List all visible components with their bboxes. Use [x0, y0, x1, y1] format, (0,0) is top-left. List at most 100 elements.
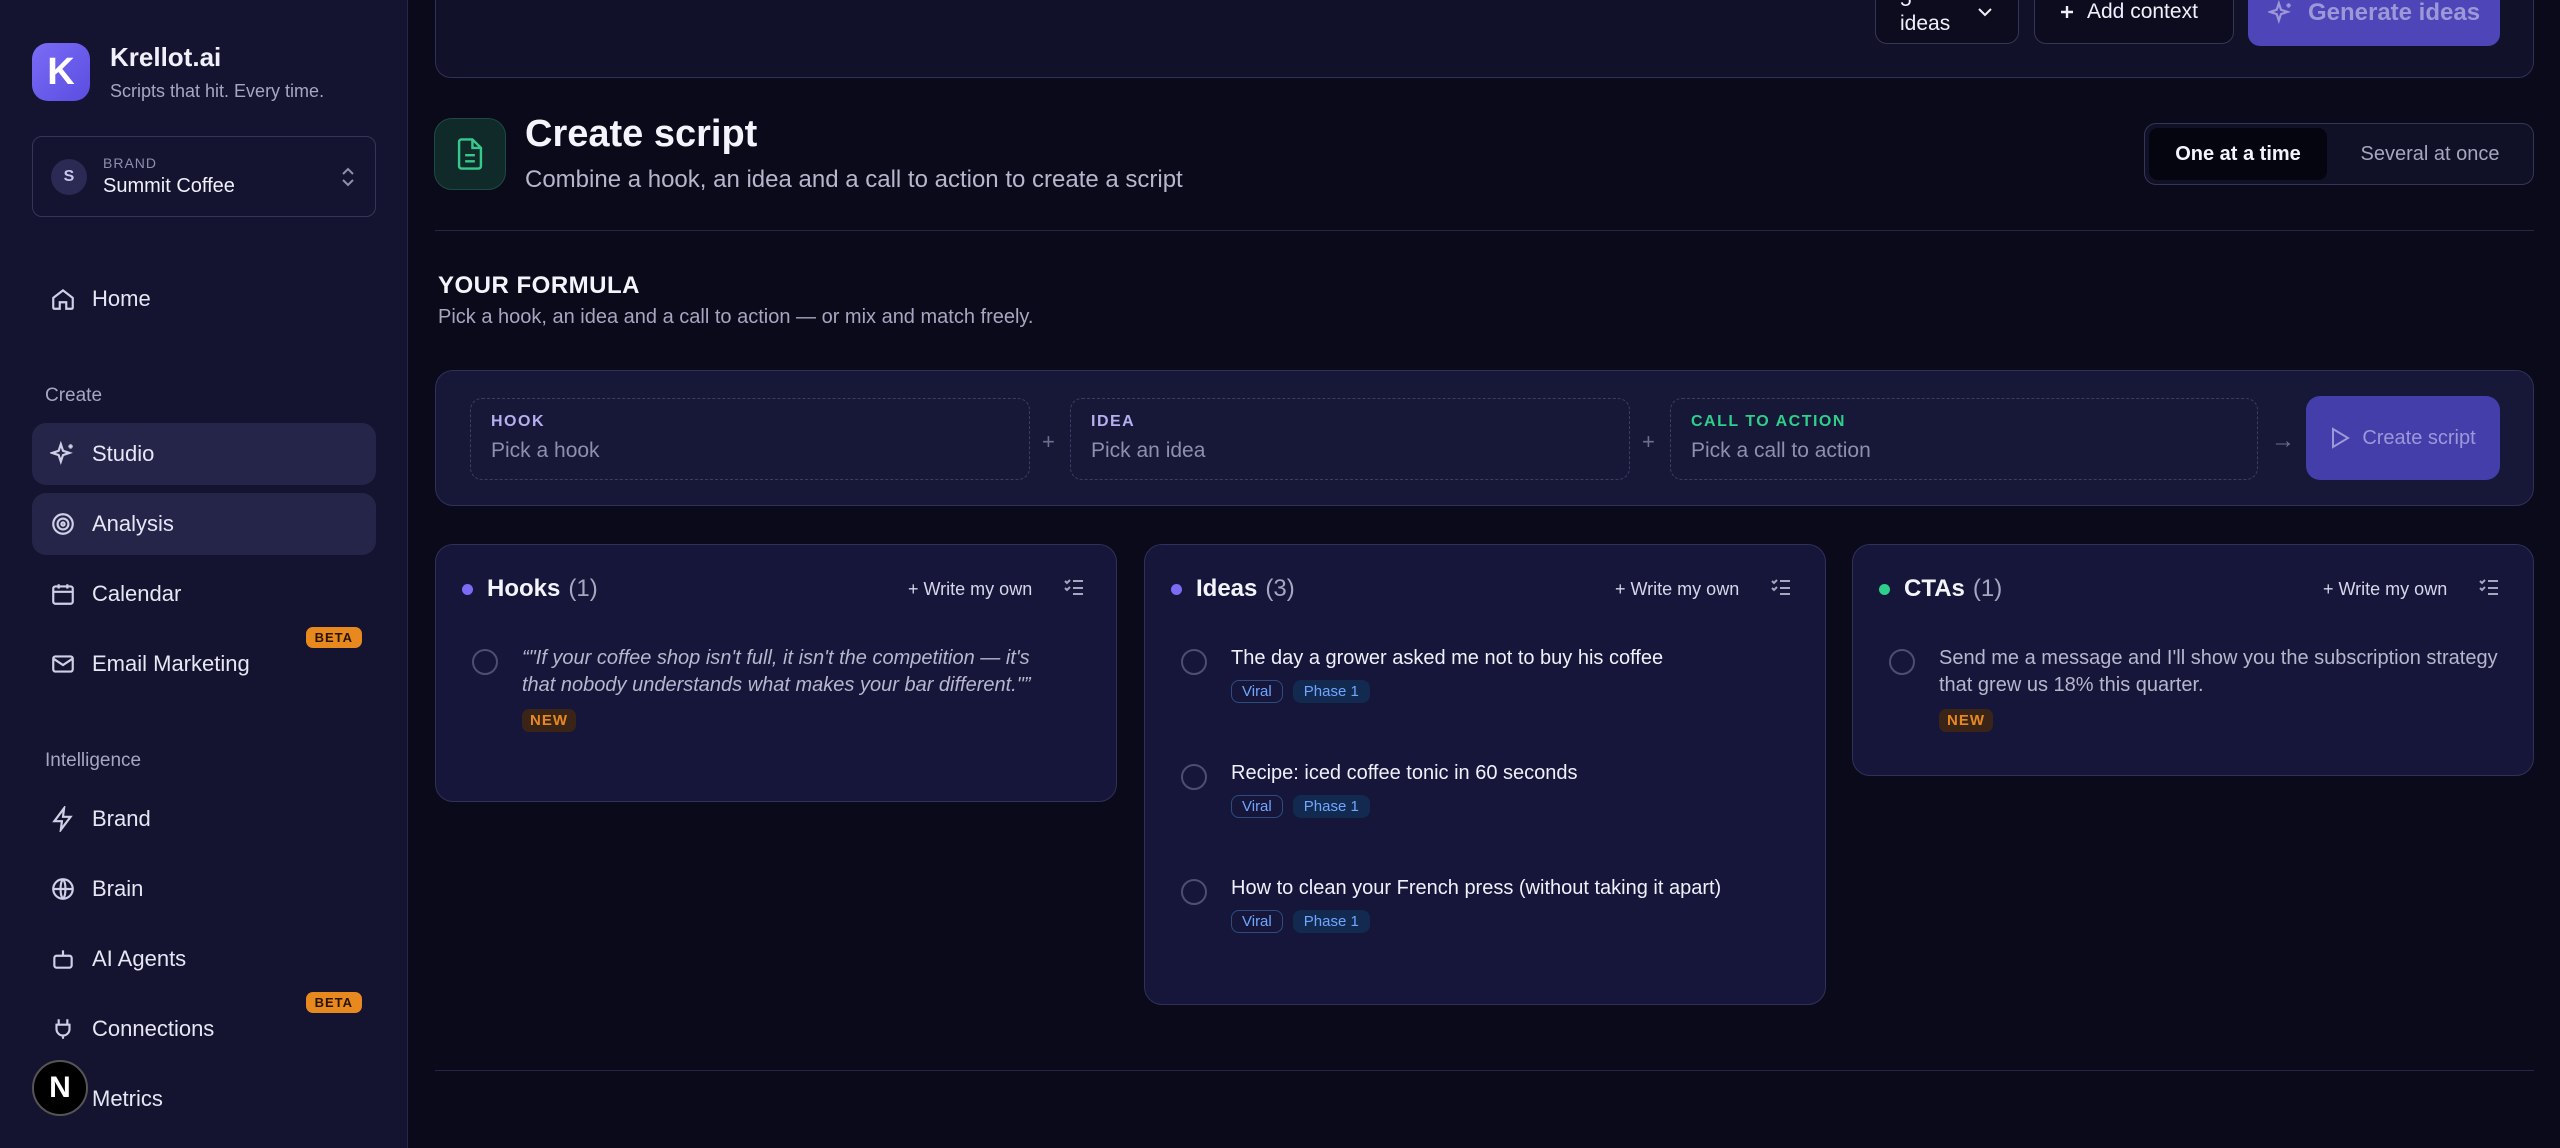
nav-section-intelligence: Intelligence	[45, 750, 142, 771]
nav-calendar-label: Calendar	[92, 581, 182, 606]
nav-email-marketing[interactable]: Email Marketing BETA	[32, 627, 376, 695]
ctas-dot	[1879, 583, 1890, 595]
ideas-write-own-button[interactable]: + Write my own	[1615, 579, 1739, 600]
document-icon	[434, 118, 506, 190]
nav-brand-label: Brand	[92, 806, 151, 831]
viral-tag: Viral	[1231, 680, 1283, 703]
brand-value: Summit Coffee	[103, 175, 235, 197]
n-avatar-badge[interactable]: N	[32, 1060, 88, 1116]
formula-title: YOUR FORMULA	[438, 272, 640, 299]
plus-separator: +	[1642, 429, 1655, 454]
list-check-icon[interactable]	[1769, 575, 1793, 599]
radio-button[interactable]	[1181, 649, 1207, 675]
nav-home[interactable]: Home	[32, 268, 376, 330]
create-script-button-label: Create script	[2362, 426, 2476, 449]
formula-builder: HOOK Pick a hook + IDEA Pick an idea + C…	[435, 370, 2534, 506]
idea-item[interactable]: Recipe: iced coffee tonic in 60 seconds …	[1181, 760, 1801, 818]
add-context-label: Add context	[2087, 0, 2198, 23]
hooks-title: Hooks	[487, 575, 561, 602]
sparkles-icon	[50, 441, 76, 467]
brand-selector[interactable]: S BRAND Summit Coffee	[32, 136, 376, 217]
nav-section-create: Create	[45, 385, 103, 406]
list-check-icon[interactable]	[2477, 575, 2501, 599]
app-name: Krellot.ai	[110, 42, 222, 72]
ideas-column: Ideas (3) + Write my own The day a growe…	[1144, 544, 1826, 1005]
cta-item-text: Send me a message and I'll show you the …	[1939, 647, 2498, 696]
app-logo-row[interactable]: K Krellot.ai Scripts that hit. Every tim…	[32, 42, 324, 102]
idea-item[interactable]: How to clean your French press (without …	[1181, 875, 1801, 933]
nav-analysis-label: Analysis	[92, 511, 174, 536]
globe-icon	[50, 876, 76, 902]
app-logo-icon: K	[32, 43, 90, 101]
mode-toggle: One at a time Several at once	[2144, 123, 2534, 185]
create-script-button[interactable]: Create script	[2306, 396, 2500, 480]
hook-slot-placeholder: Pick a hook	[491, 439, 600, 462]
create-script-subtitle: Combine a hook, an idea and a call to ac…	[525, 166, 1183, 193]
phase-tag: Phase 1	[1292, 795, 1370, 818]
radio-button[interactable]	[472, 649, 498, 675]
nav-brand[interactable]: Brand	[32, 788, 376, 850]
nav-ai-agents[interactable]: AI Agents	[32, 928, 376, 990]
play-icon	[2330, 427, 2351, 449]
viral-tag: Viral	[1231, 795, 1283, 818]
radio-button[interactable]	[1889, 649, 1915, 675]
beta-badge: BETA	[305, 992, 362, 1013]
hooks-header: Hooks (1)	[462, 575, 598, 603]
generate-ideas-label: Generate ideas	[2307, 0, 2481, 26]
radio-button[interactable]	[1181, 879, 1207, 905]
chevron-down-icon	[1976, 6, 1994, 18]
nav-email-marketing-label: Email Marketing	[92, 651, 250, 676]
brand-avatar: S	[51, 158, 87, 195]
viral-tag: Viral	[1231, 910, 1283, 933]
new-badge: NEW	[522, 709, 576, 732]
toggle-several-at-once[interactable]: Several at once	[2331, 128, 2529, 180]
nav-connections[interactable]: Connections BETA	[32, 992, 376, 1060]
cta-item[interactable]: Send me a message and I'll show you the …	[1889, 645, 2509, 732]
idea-slot-placeholder: Pick an idea	[1091, 439, 1206, 462]
ideas-count: (3)	[1265, 575, 1295, 602]
hook-slot-label: HOOK	[491, 413, 545, 430]
radar-icon	[50, 511, 76, 537]
idea-item-text: Recipe: iced coffee tonic in 60 seconds	[1231, 762, 1578, 784]
idea-item-text: The day a grower asked me not to buy his…	[1231, 647, 1664, 669]
nav-studio[interactable]: Studio	[32, 423, 376, 485]
ctas-write-own-button[interactable]: + Write my own	[2323, 579, 2447, 600]
nav-brain[interactable]: Brain	[32, 858, 376, 920]
plus-icon	[2059, 4, 2075, 20]
ideas-header: Ideas (3)	[1171, 575, 1295, 603]
app-tagline: Scripts that hit. Every time.	[110, 81, 325, 101]
hooks-write-own-button[interactable]: + Write my own	[908, 579, 1032, 600]
idea-item[interactable]: The day a grower asked me not to buy his…	[1181, 645, 1801, 703]
lightning-icon	[50, 806, 76, 832]
chevron-up-down-icon	[339, 166, 357, 188]
plug-icon	[50, 1016, 76, 1042]
create-script-title: Create script	[525, 113, 758, 155]
generate-ideas-button[interactable]: Generate ideas	[2248, 0, 2500, 46]
list-check-icon[interactable]	[1062, 575, 1086, 599]
calendar-icon	[50, 581, 76, 607]
divider	[435, 230, 2534, 231]
ctas-column: CTAs (1) + Write my own Send me a messag…	[1852, 544, 2534, 776]
add-context-button[interactable]: Add context	[2034, 0, 2234, 44]
hook-item[interactable]: “"If your coffee shop isn't full, it isn…	[472, 645, 1092, 732]
nav-analysis[interactable]: Analysis	[32, 493, 376, 555]
hook-slot[interactable]: HOOK Pick a hook	[470, 398, 1030, 480]
robot-icon	[50, 946, 76, 972]
plus-separator: +	[1042, 429, 1055, 454]
ctas-count: (1)	[1972, 575, 2003, 602]
ideas-count-select[interactable]: 5 ideas	[1875, 0, 2019, 44]
nav-metrics-label: Metrics	[92, 1086, 163, 1111]
toggle-one-at-a-time[interactable]: One at a time	[2149, 128, 2327, 180]
nav-studio-label: Studio	[92, 441, 155, 466]
cta-slot-placeholder: Pick a call to action	[1691, 439, 1871, 462]
ideas-dot	[1171, 583, 1182, 595]
nav-calendar[interactable]: Calendar	[32, 563, 376, 625]
radio-button[interactable]	[1181, 764, 1207, 790]
idea-slot-label: IDEA	[1091, 413, 1136, 430]
idea-slot[interactable]: IDEA Pick an idea	[1070, 398, 1630, 480]
brand-label: BRAND	[103, 155, 158, 171]
idea-item-text: How to clean your French press (without …	[1231, 877, 1722, 899]
sparkles-icon	[2267, 0, 2294, 26]
nav-ai-agents-label: AI Agents	[92, 946, 187, 971]
cta-slot[interactable]: CALL TO ACTION Pick a call to action	[1670, 398, 2258, 480]
